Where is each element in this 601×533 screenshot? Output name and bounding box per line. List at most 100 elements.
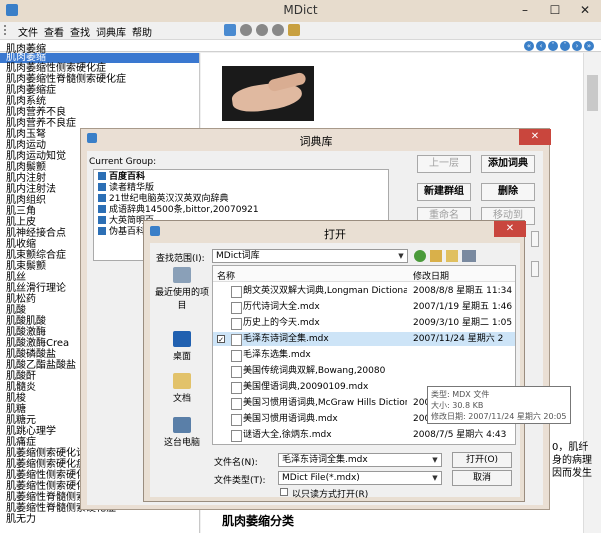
word-list-item[interactable]: 肌上皮 — [6, 218, 36, 228]
open-button[interactable]: 打开(O) — [452, 452, 512, 468]
word-list-item[interactable]: 肌跳心理学 — [6, 427, 56, 437]
word-list-item[interactable]: 肌酸激酶Crea — [6, 339, 69, 349]
word-list-item[interactable]: 肌酸 — [6, 306, 26, 316]
word-list-item[interactable]: 肌酸酐 — [6, 372, 36, 382]
word-list-item[interactable]: 肌内注射法 — [6, 185, 56, 195]
close-icon[interactable]: ✕ — [494, 221, 526, 237]
up-level-button[interactable]: 上一层 — [417, 155, 471, 173]
word-list-item[interactable]: 肌肉营养不良症 — [6, 119, 76, 129]
look-in-select[interactable]: MDict词库 ▼ — [212, 249, 408, 263]
word-list-item[interactable]: 肌肉萎缩症 — [6, 86, 56, 96]
column-name-header[interactable]: 名称 — [217, 269, 235, 282]
file-select-checkbox[interactable]: ✓ — [217, 335, 225, 344]
scroll-thumb[interactable] — [587, 75, 598, 111]
word-list-item[interactable]: 肌酸乙酯盐酸盐 — [6, 361, 76, 371]
file-row[interactable]: ✓ 毛泽东诗词全集.mdx 2007/11/24 星期六 2 — [213, 332, 515, 346]
file-row[interactable]: 历代诗词大全.mdx 2007/1/19 星期五 1:46 — [213, 300, 515, 314]
nav-down-icon[interactable]: ˇ — [560, 41, 570, 51]
nav-up-icon[interactable]: ˆ — [548, 41, 558, 51]
word-list-item[interactable]: 肌束颤综合症 — [6, 251, 66, 261]
file-icon — [231, 414, 242, 426]
word-list-item[interactable]: 肌梭 — [6, 394, 26, 404]
word-list-item[interactable]: 肌肉萎缩性侧索硬化症 — [6, 64, 106, 74]
side-button[interactable] — [531, 231, 539, 247]
word-list-item[interactable]: 肌松药 — [6, 295, 36, 305]
word-list-item[interactable]: 肌萎缩侧索硬化症 — [6, 460, 86, 470]
close-icon[interactable]: ✕ — [519, 129, 551, 145]
word-list-item[interactable]: 肌丝滑行理论 — [6, 284, 66, 294]
add-dictionary-button[interactable]: 添加词典 — [481, 155, 535, 173]
tree-item[interactable]: 21世纪电脑英汉汉英双向辞典 — [98, 194, 228, 205]
word-list-item[interactable]: 肌肉玉弩 — [6, 130, 46, 140]
file-list[interactable]: 名称 修改日期 朗文英汉双解大词典,Longman Dictionary of … — [212, 265, 571, 445]
file-date: 2007/11/24 星期六 2 — [413, 334, 504, 344]
filetype-select[interactable]: MDict File(*.mdx) ▼ — [278, 471, 442, 485]
word-list-item[interactable]: 肌丝 — [6, 273, 26, 283]
nav-prev-icon[interactable]: ‹ — [536, 41, 546, 51]
word-list-item[interactable]: 肌糖元 — [6, 416, 36, 426]
places-bar: 最近使用的项目 桌面 文档 这台电脑 — [154, 267, 210, 457]
new-group-button[interactable]: 新建群组 — [417, 183, 471, 201]
minimize-icon[interactable]: – — [510, 0, 540, 20]
back-icon[interactable] — [414, 250, 426, 262]
word-list-item[interactable]: 肌肉运动 — [6, 141, 46, 151]
place-desktop[interactable]: 桌面 — [154, 331, 210, 362]
maximize-icon[interactable]: ☐ — [540, 0, 570, 20]
place-recent[interactable]: 最近使用的项目 — [154, 267, 210, 311]
file-row[interactable]: 美国传统词典双解,Bowang,20080 — [213, 364, 515, 378]
word-list-item[interactable]: 肌神经接合点 — [6, 229, 66, 239]
menu-file[interactable]: 文件 — [18, 24, 38, 39]
file-row[interactable]: 毛泽东选集.mdx — [213, 348, 515, 362]
word-list-item[interactable]: 肌收缩 — [6, 240, 36, 250]
view-menu-icon[interactable] — [462, 250, 476, 262]
word-list-item[interactable]: 肌束鬃颤 — [6, 262, 46, 272]
tree-item[interactable]: 百度百科 — [98, 172, 145, 183]
file-row[interactable]: 历史上的今天.mdx 2009/3/10 星期二 1:05 — [213, 316, 515, 330]
search-toolbar-icon[interactable] — [224, 24, 236, 36]
word-list-item[interactable]: 肌肉运动知觉 — [6, 152, 66, 162]
menu-help[interactable]: 帮助 — [132, 24, 152, 39]
up-folder-icon[interactable] — [430, 250, 442, 262]
word-list-item[interactable]: 肌萎缩性侧索硬化 — [6, 471, 86, 481]
word-list-item[interactable]: 肌肉萎缩性脊髓侧索硬化症 — [6, 75, 126, 85]
filename-input[interactable]: 毛泽东诗词全集.mdx ▼ — [278, 453, 442, 467]
word-list-item[interactable]: 肌肉组织 — [6, 196, 46, 206]
nav-last-icon[interactable]: » — [584, 41, 594, 51]
word-list-item[interactable]: 肌糖 — [6, 405, 26, 415]
file-row[interactable]: 朗文英汉双解大词典,Longman Dictionary of ... 2008/… — [213, 284, 515, 298]
tree-item[interactable]: 读者精华版 — [98, 183, 154, 194]
column-date-header[interactable]: 修改日期 — [413, 269, 449, 282]
word-list-item[interactable]: 肌髓炎 — [6, 383, 36, 393]
delete-button[interactable]: 删除 — [481, 183, 535, 201]
cancel-button[interactable]: 取消 — [452, 470, 512, 486]
file-row[interactable]: 谜语大全,徐炳东.mdx 2008/7/5 星期六 4:43 — [213, 428, 515, 442]
word-list-item[interactable]: 肌肉营养不良 — [6, 108, 66, 118]
place-computer[interactable]: 这台电脑 — [154, 417, 210, 448]
word-list-item[interactable]: 肌酸磷酸盐 — [6, 350, 56, 360]
close-icon[interactable]: ✕ — [570, 0, 600, 20]
tree-item[interactable]: 成语辞典14500条,bittor,20070921 — [98, 205, 259, 216]
readonly-checkbox[interactable] — [280, 488, 288, 496]
word-list-item[interactable]: 肌内注射 — [6, 174, 46, 184]
menu-find[interactable]: 查找 — [70, 24, 90, 39]
side-button[interactable] — [531, 261, 539, 277]
forward-toolbar-icon[interactable] — [256, 24, 268, 36]
menu-view[interactable]: 查看 — [44, 24, 64, 39]
new-folder-icon[interactable] — [446, 250, 458, 262]
word-list-item[interactable]: 肌肉系统 — [6, 97, 46, 107]
word-list-item[interactable]: 肌痛症 — [6, 438, 36, 448]
back-toolbar-icon[interactable] — [240, 24, 252, 36]
word-list-item[interactable]: 肌酸肌酸 — [6, 317, 46, 327]
menu-library[interactable]: 词典库 — [96, 24, 126, 39]
word-list-item[interactable]: 肌肉鬃颤 — [6, 163, 46, 173]
word-list-item[interactable]: 肌酸激酶 — [6, 328, 46, 338]
bookmark-toolbar-icon[interactable] — [288, 24, 300, 36]
word-list-item[interactable]: 肌三角 — [6, 207, 36, 217]
nav-first-icon[interactable]: « — [524, 41, 534, 51]
nav-next-icon[interactable]: › — [572, 41, 582, 51]
word-list-item[interactable]: 肌无力 — [6, 515, 36, 525]
place-documents[interactable]: 文档 — [154, 373, 210, 404]
word-list-item[interactable]: 肌肉萎缩 — [6, 53, 46, 63]
file-name: 毛泽东诗词全集.mdx — [243, 334, 329, 344]
home-toolbar-icon[interactable] — [272, 24, 284, 36]
